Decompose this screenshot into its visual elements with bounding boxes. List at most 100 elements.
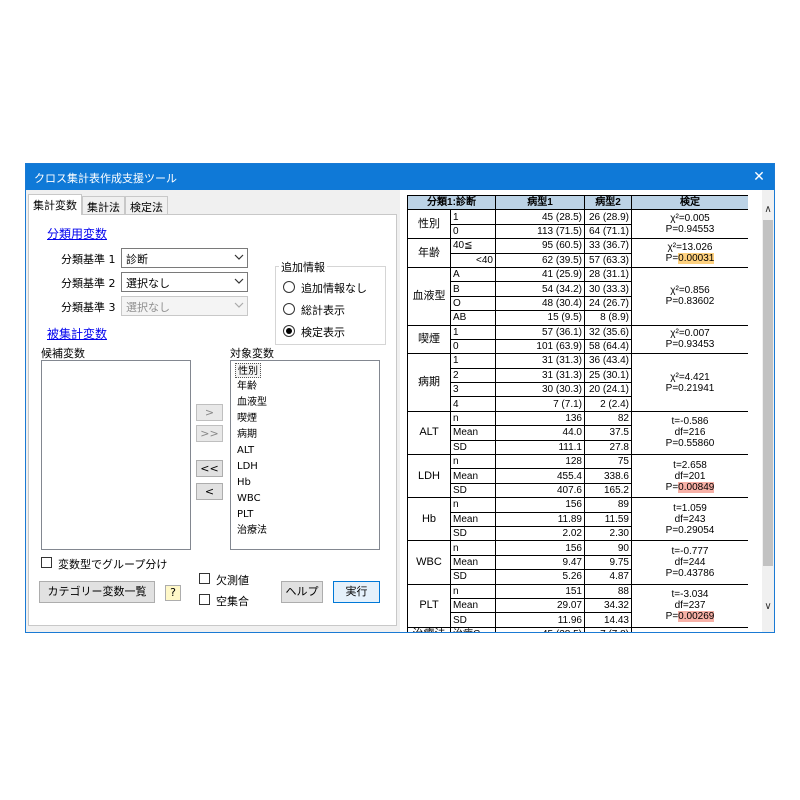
criteria-1-label: 分類基準 1: [61, 253, 116, 266]
test-statistic: t=1.059: [673, 502, 707, 514]
value-cell: 9.47: [495, 554, 585, 571]
variable-name-cell: WBC: [407, 540, 451, 585]
category-list-button[interactable]: カテゴリー変数一覧: [39, 581, 155, 603]
list-item[interactable]: ALT: [237, 443, 254, 458]
list-item[interactable]: 年齢: [237, 379, 257, 394]
value-cell: 34.32: [584, 597, 632, 614]
radio-circle-icon: [283, 303, 295, 315]
category-cell: SD: [450, 482, 496, 499]
list-item[interactable]: LDH: [237, 459, 258, 474]
test-result-cell: χ²=0.007 P=0.93453: [631, 324, 748, 355]
list-item[interactable]: Hb: [237, 475, 251, 490]
category-cell: SD: [450, 439, 496, 456]
vertical-scrollbar[interactable]: ∧ ∨: [762, 190, 774, 632]
p-value: P=0.43786: [665, 567, 715, 579]
run-button[interactable]: 実行: [333, 581, 380, 603]
test-result-cell: t=-0.586 df=216 P=0.55860: [631, 410, 748, 456]
table-row: WBC n 156 90 t=-0.777 df=244 P=0.43786: [407, 540, 748, 585]
candidate-vars-list[interactable]: [41, 360, 191, 550]
value-cell: 2.02: [495, 525, 585, 542]
variable-name-cell: 喫煙: [407, 324, 451, 355]
test-statistic: χ²=13.026: [667, 242, 713, 254]
test-statistic: t=-0.586: [671, 416, 709, 428]
value-cell: 75: [584, 454, 632, 470]
candidates-label: 候補変数: [41, 347, 85, 360]
title-bar: クロス集計表作成支援ツール ✕: [26, 164, 774, 190]
target-vars-list[interactable]: 性別 年齢 血液型 喫煙 病期 ALT LDH Hb WBC PLT 治療法: [230, 360, 380, 550]
test-statistic: χ²=4.421: [670, 371, 710, 383]
radio-no-info[interactable]: 追加情報なし: [283, 279, 383, 295]
header-classification: 分類1:診断: [407, 195, 496, 211]
header-type1: 病型1: [495, 195, 585, 211]
tab-aggregate-vars[interactable]: 集計変数: [28, 194, 82, 215]
value-cell: 58 (64.4): [584, 338, 632, 355]
category-cell: SD: [450, 569, 496, 585]
variable-name-cell: ALT: [407, 410, 451, 456]
p-prefix: P=: [665, 611, 679, 623]
category-cell: O: [450, 295, 496, 312]
variable-name-cell: 病期: [407, 353, 451, 412]
move-all-left-button[interactable]: <<: [196, 460, 223, 477]
criteria-1-select[interactable]: 診断: [121, 248, 248, 268]
value-cell: 37.5: [584, 425, 632, 441]
list-item[interactable]: 治療法: [237, 523, 267, 538]
category-cell: 2: [450, 367, 496, 384]
p-value: P=0.29054: [665, 524, 715, 536]
value-cell: 57 (36.1): [495, 324, 585, 340]
help-button[interactable]: ヘルプ: [281, 581, 323, 603]
list-item[interactable]: PLT: [237, 507, 253, 522]
table-row: 病期 1 31 (31.3) 36 (43.4) χ²=4.421 P=0.21941: [407, 353, 748, 412]
list-item[interactable]: 喫煙: [237, 411, 257, 426]
settings-panel: 集計変数 集計法 検定法 分類用変数 分類基準 1 診断 分類基準 2 選択なし…: [26, 190, 400, 632]
tab-content: 分類用変数 分類基準 1 診断 分類基準 2 選択なし 分類基準 3 選択なし …: [28, 214, 397, 626]
move-right-button[interactable]: >: [196, 404, 223, 421]
move-left-button[interactable]: <: [196, 483, 223, 500]
category-cell: Mean: [450, 554, 496, 571]
category-cell: 1: [450, 209, 496, 225]
category-cell: n: [450, 454, 496, 470]
checkbox-label: 空集合: [216, 595, 249, 608]
radio-total[interactable]: 総計表示: [283, 301, 383, 317]
question-button[interactable]: ?: [165, 585, 181, 601]
radio-test[interactable]: 検定表示: [283, 323, 383, 339]
scroll-up-icon[interactable]: ∧: [762, 203, 774, 217]
variable-name-cell: 治療法: [407, 626, 451, 632]
criteria-3-select[interactable]: 選択なし: [121, 296, 248, 316]
value-cell: 48 (30.4): [495, 295, 585, 312]
value-cell: 25 (30.1): [584, 367, 632, 384]
agg-vars-link[interactable]: 被集計変数: [47, 325, 107, 342]
criteria-2-select[interactable]: 選択なし: [121, 272, 248, 292]
move-all-right-button[interactable]: >>: [196, 425, 223, 442]
scroll-down-icon[interactable]: ∨: [762, 600, 774, 614]
tab-test-method[interactable]: 検定法: [125, 196, 168, 214]
targets-label: 対象変数: [230, 347, 274, 360]
radio-circle-icon: [283, 281, 295, 293]
table-row: 性別 1 45 (28.5) 26 (28.9) χ²=0.005 P=0.94553: [407, 209, 748, 240]
list-item[interactable]: WBC: [237, 491, 261, 506]
checkbox-icon: [41, 557, 52, 568]
table-row: LDH n 128 75 t=2.658 df=201 P=0.00849: [407, 454, 748, 499]
category-cell: Mean: [450, 425, 496, 441]
table-header-row: 分類1:診断 病型1 病型2 検定: [407, 195, 748, 211]
list-item[interactable]: 病期: [237, 427, 257, 442]
close-icon[interactable]: ✕: [748, 166, 770, 188]
header-test: 検定: [631, 195, 748, 211]
additional-info-group: 追加情報 追加情報なし 総計表示 検定表示: [275, 259, 386, 345]
category-cell: 治療C: [450, 626, 496, 632]
table-row: 年齢 40≦ 95 (60.5) 33 (36.7) χ²=13.026 P=0.0003…: [407, 238, 748, 268]
list-item[interactable]: 血液型: [237, 395, 267, 410]
class-vars-link[interactable]: 分類用変数: [47, 225, 107, 242]
category-cell: Mean: [450, 597, 496, 614]
significant-p-value: 0.00031: [678, 253, 715, 265]
table-row: ALT n 136 82 t=-0.586 df=216 P=0.55860: [407, 410, 748, 456]
criteria-3-label: 分類基準 3: [61, 301, 116, 314]
scrollbar-thumb[interactable]: [763, 220, 773, 566]
category-cell: 1: [450, 324, 496, 340]
test-statistic: χ²=0.007: [670, 328, 710, 340]
window-title: クロス集計表作成支援ツール: [34, 172, 177, 185]
list-item[interactable]: 性別: [235, 363, 261, 378]
tab-aggregate-method[interactable]: 集計法: [82, 196, 125, 214]
radio-selected-icon: [283, 325, 295, 337]
category-cell: SD: [450, 612, 496, 628]
variable-name-cell: LDH: [407, 454, 451, 499]
